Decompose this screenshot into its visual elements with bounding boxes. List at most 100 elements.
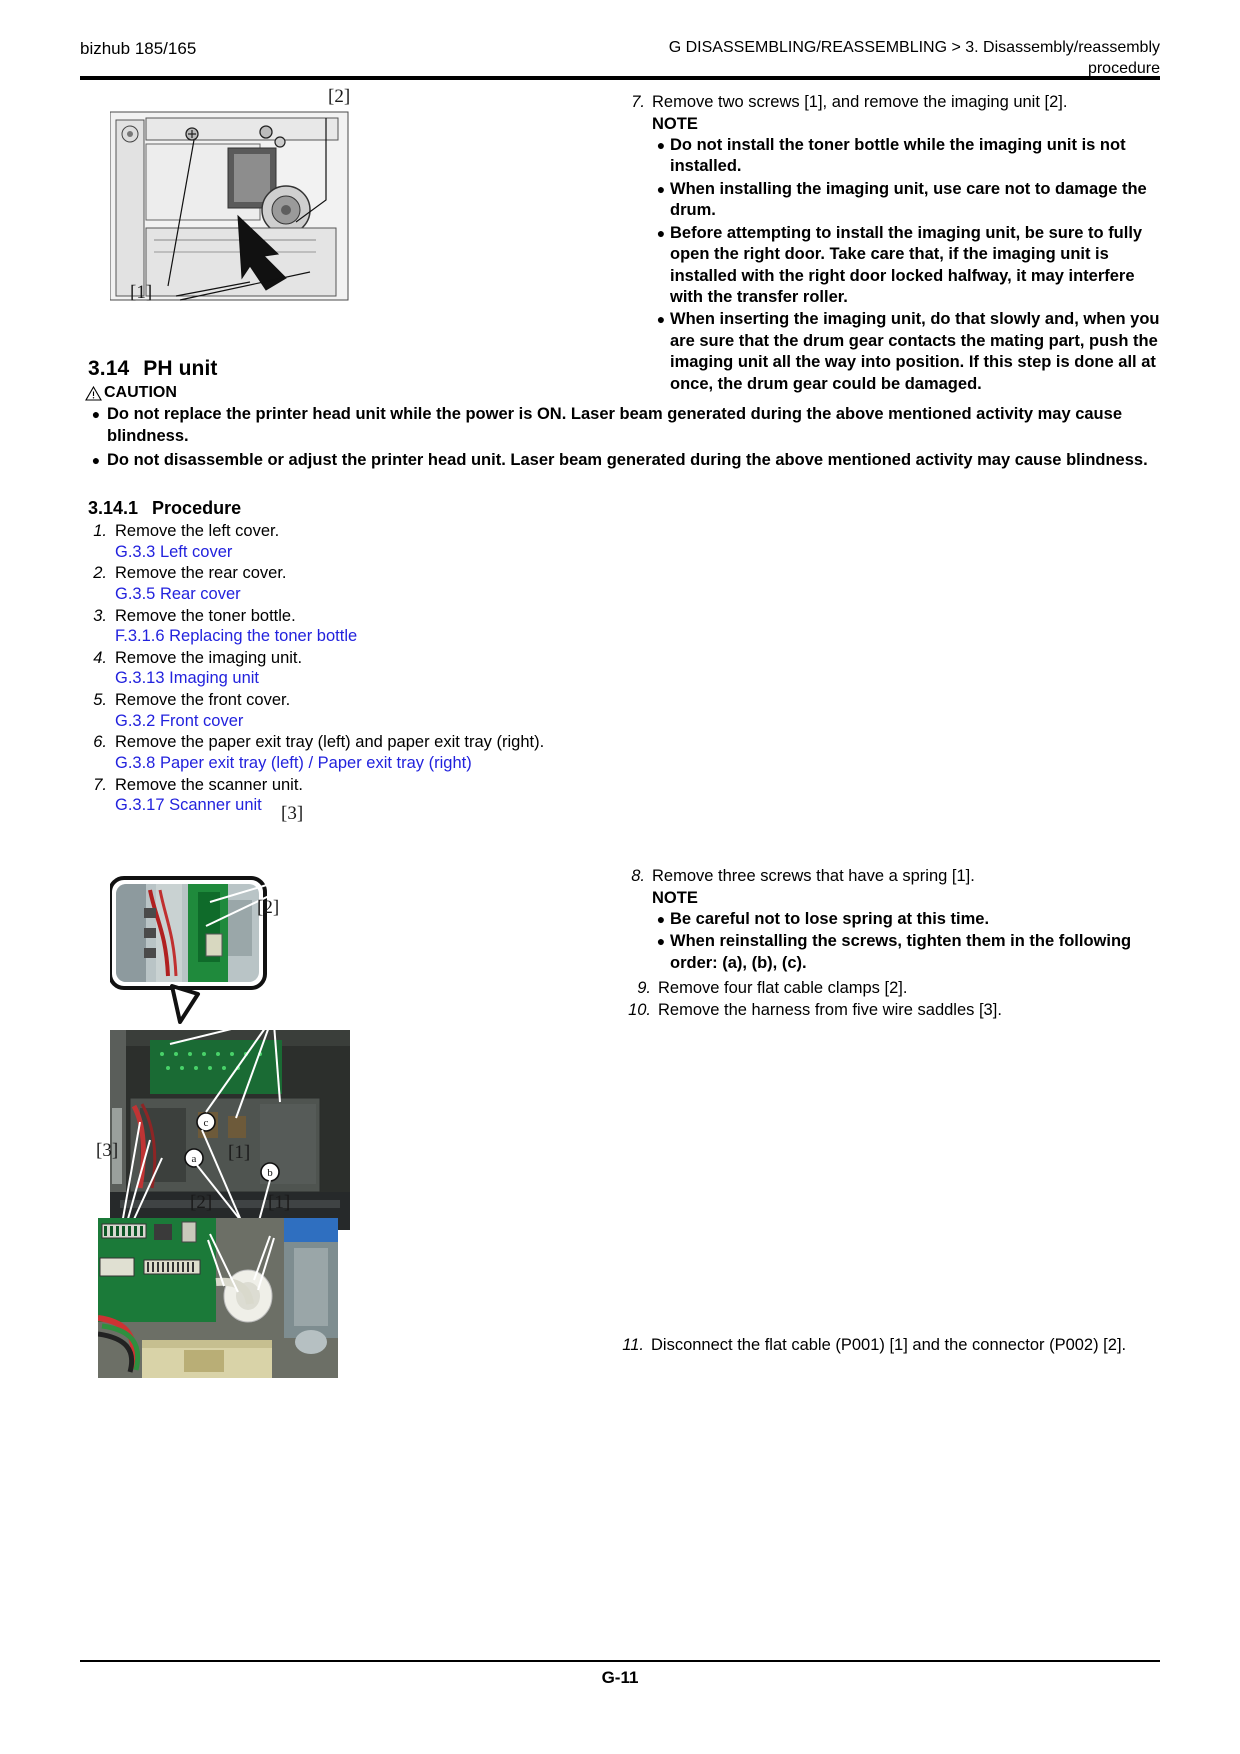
step-10-text: Remove the harness from five wire saddle… — [658, 1000, 1002, 1019]
procedure-link[interactable]: F.3.1.6 Replacing the toner bottle — [115, 626, 565, 647]
callout-ph-1: [1] — [228, 1142, 251, 1163]
procedure-text: Remove the scanner unit. — [115, 775, 304, 794]
procedure-text: Remove the toner bottle. — [115, 606, 296, 625]
note-text: Before attempting to install the imaging… — [670, 223, 1143, 306]
procedure-text: Remove the front cover. — [115, 691, 291, 709]
connector-illustration — [98, 1218, 338, 1378]
procedure-item: 2. Remove the rear cover. G.3.5 Rear cov… — [85, 563, 565, 604]
caution-list: ● Do not replace the printer head unit w… — [85, 404, 1160, 471]
page-header: bizhub 185/165 G DISASSEMBLING/REASSEMBL… — [80, 38, 1160, 80]
ph-unit-illustration: c a b — [110, 876, 350, 1233]
procedure-row: 4. Remove the imaging unit. — [85, 648, 565, 669]
step-8-row: 8. Remove three screws that have a sprin… — [622, 866, 1160, 888]
svg-text:a: a — [192, 1153, 197, 1165]
warning-triangle-icon — [85, 385, 102, 401]
footer-divider — [80, 1660, 1160, 1662]
procedure-link[interactable]: G.3.8 Paper exit tray (left) / Paper exi… — [115, 753, 565, 774]
step-8-block: 8. Remove three screws that have a sprin… — [622, 866, 1160, 974]
bullet-icon: ● — [656, 311, 666, 328]
note-text: Do not install the toner bottle while th… — [670, 135, 1126, 176]
procedure-link[interactable]: G.3.5 Rear cover — [115, 584, 565, 605]
procedure-number: 5. — [93, 691, 107, 709]
section-heading-3-14: 3.14 PH unit — [88, 357, 217, 381]
callout-connector-1: [1] — [268, 1192, 291, 1213]
header-breadcrumb: G DISASSEMBLING/REASSEMBLING > 3. Disass… — [669, 38, 1160, 80]
step-9-text: Remove four flat cable clamps [2]. — [658, 979, 908, 997]
note-text: When installing the imaging unit, use ca… — [670, 179, 1147, 220]
step-7-note-label: NOTE — [652, 114, 698, 133]
procedure-link[interactable]: G.3.17 Scanner unit — [115, 795, 565, 816]
steps-9-10-block: 9. Remove four flat cable clamps [2]. 10… — [622, 978, 1160, 1022]
header-model: bizhub 185/165 — [80, 39, 197, 58]
procedure-item: 3. Remove the toner bottle. F.3.1.6 Repl… — [85, 606, 565, 647]
procedure-item: 6. Remove the paper exit tray (left) and… — [85, 732, 565, 773]
manual-page: bizhub 185/165 G DISASSEMBLING/REASSEMBL… — [0, 0, 1240, 1754]
step-8-note-label: NOTE — [652, 888, 698, 907]
procedure-link[interactable]: G.3.13 Imaging unit — [115, 668, 565, 689]
bullet-icon: ● — [656, 224, 666, 241]
section-number: 3.14 — [88, 357, 130, 380]
bullet-icon: ● — [656, 933, 666, 950]
section-title: PH unit — [143, 357, 218, 380]
callout-ph-3-bottom: [3] — [96, 1140, 119, 1161]
procedure-item: 4. Remove the imaging unit. G.3.13 Imagi… — [85, 648, 565, 689]
bullet-icon: ● — [656, 910, 666, 927]
procedure-text: Remove the paper exit tray (left) and pa… — [115, 733, 545, 752]
figure-ph-unit: c a b — [110, 872, 380, 1272]
procedure-number: 2. — [93, 564, 107, 583]
subsection-heading-3-14-1: 3.14.1 Procedure — [88, 498, 241, 519]
caution-text: Do not disassemble or adjust the printer… — [107, 450, 1148, 469]
procedure-link[interactable]: G.3.2 Front cover — [115, 711, 565, 732]
caution-text: Do not replace the printer head unit whi… — [107, 405, 1122, 445]
note-text: Be careful not to lose spring at this ti… — [670, 909, 990, 928]
callout-imaging-unit-1: [1] — [130, 282, 153, 303]
bullet-icon: ● — [91, 451, 101, 468]
subsection-title: Procedure — [152, 498, 242, 518]
procedure-number: 4. — [93, 648, 107, 667]
procedure-item: 5. Remove the front cover. G.3.2 Front c… — [85, 690, 565, 731]
note-item: ● When inserting the imaging unit, do th… — [652, 309, 1160, 395]
caution-block: CAUTION ● Do not replace the printer hea… — [85, 384, 1160, 471]
callout-ph-2: [2] — [257, 897, 280, 918]
svg-text:b: b — [267, 1167, 273, 1179]
procedure-row: 5. Remove the front cover. — [85, 690, 565, 711]
breadcrumb-line-1: G DISASSEMBLING/REASSEMBLING > 3. Disass… — [668, 39, 1160, 56]
procedure-item: 7. Remove the scanner unit. G.3.17 Scann… — [85, 775, 565, 816]
note-item: ● Do not install the toner bottle while … — [652, 135, 1160, 178]
caution-item: ● Do not disassemble or adjust the print… — [85, 450, 1160, 472]
bullet-icon: ● — [656, 136, 666, 153]
step-7-block: 7. Remove two screws [1], and remove the… — [622, 92, 1160, 395]
procedure-row: 1. Remove the left cover. — [85, 521, 565, 542]
note-item: ● Be careful not to lose spring at this … — [652, 909, 1160, 930]
svg-text:c: c — [204, 1117, 209, 1129]
step-11-block: 11. Disconnect the flat cable (P001) [1]… — [615, 1335, 1160, 1357]
subsection-number: 3.14.1 — [88, 498, 139, 518]
procedure-text: Remove the rear cover. — [115, 564, 287, 583]
procedure-text: Remove the imaging unit. — [115, 648, 303, 667]
step-7-note-list: ● Do not install the toner bottle while … — [652, 135, 1160, 395]
bullet-icon: ● — [656, 180, 666, 197]
procedure-text: Remove the left cover. — [115, 522, 280, 540]
note-text: When inserting the imaging unit, do that… — [670, 310, 1160, 393]
procedure-row: 2. Remove the rear cover. — [85, 563, 565, 584]
procedure-row: 6. Remove the paper exit tray (left) and… — [85, 732, 565, 753]
step-11-row: 11. Disconnect the flat cable (P001) [1]… — [615, 1335, 1160, 1357]
step-7-row: 7. Remove two screws [1], and remove the… — [622, 92, 1160, 114]
procedure-row: 7. Remove the scanner unit. — [85, 775, 565, 796]
procedure-item: 1. Remove the left cover. G.3.3 Left cov… — [85, 521, 565, 562]
step-10-row: 10. Remove the harness from five wire sa… — [622, 1000, 1160, 1022]
procedure-number: 1. — [93, 522, 107, 540]
step-11-number: 11. — [622, 1336, 644, 1354]
procedure-row: 3. Remove the toner bottle. — [85, 606, 565, 627]
procedure-list-block: 1. Remove the left cover. G.3.3 Left cov… — [85, 521, 565, 817]
step-7-text: Remove two screws [1], and remove the im… — [652, 93, 1068, 111]
header-divider — [80, 76, 1160, 80]
step-8-text: Remove three screws that have a spring [… — [652, 867, 975, 885]
note-item: ● When installing the imaging unit, use … — [652, 179, 1160, 222]
step-9-row: 9. Remove four flat cable clamps [2]. — [622, 978, 1160, 1000]
procedure-number: 6. — [93, 733, 107, 752]
procedure-list: 1. Remove the left cover. G.3.3 Left cov… — [85, 521, 565, 816]
note-text: When reinstalling the screws, tighten th… — [670, 932, 1132, 972]
procedure-link[interactable]: G.3.3 Left cover — [115, 542, 565, 563]
step-8-number: 8. — [631, 867, 645, 885]
